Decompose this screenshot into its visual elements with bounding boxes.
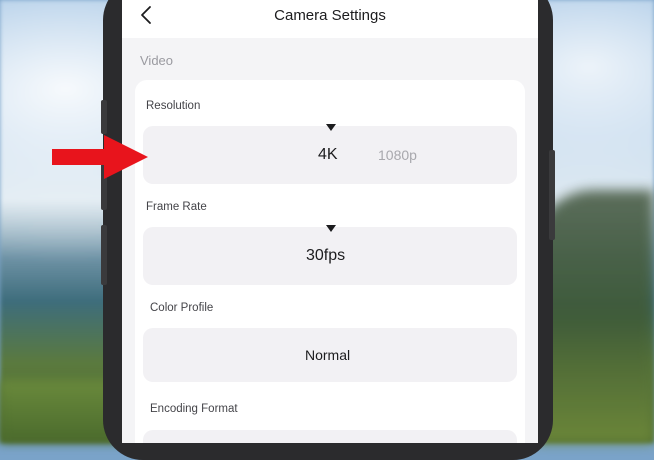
phone-side-button xyxy=(549,150,555,240)
video-settings-card: Resolution 4K 1080p Frame Rate 30fps Col… xyxy=(135,80,525,443)
resolution-option-1080p[interactable]: 1080p xyxy=(378,126,417,184)
encoding-format-label: Encoding Format xyxy=(150,403,238,415)
phone-side-button xyxy=(101,100,107,134)
phone-side-button xyxy=(101,225,107,285)
color-profile-picker[interactable]: Normal xyxy=(143,328,517,382)
red-arrow-icon xyxy=(52,135,148,179)
frame-rate-picker[interactable]: 30fps xyxy=(143,225,517,285)
color-profile-selected-value[interactable]: Normal xyxy=(305,328,350,382)
section-label-video: Video xyxy=(140,53,174,68)
frame-rate-label: Frame Rate xyxy=(146,201,207,213)
navigation-bar: Camera Settings xyxy=(122,0,538,38)
encoding-format-picker[interactable] xyxy=(143,430,517,443)
app-screen: Camera Settings Video Resolution 4K 1080… xyxy=(122,0,538,443)
page-title: Camera Settings xyxy=(274,7,386,24)
color-profile-label: Color Profile xyxy=(150,302,214,314)
frame-rate-selected-value[interactable]: 30fps xyxy=(306,227,345,285)
resolution-selected-value[interactable]: 4K xyxy=(318,126,338,184)
resolution-label: Resolution xyxy=(146,100,201,112)
resolution-picker[interactable]: 4K 1080p xyxy=(143,124,517,184)
